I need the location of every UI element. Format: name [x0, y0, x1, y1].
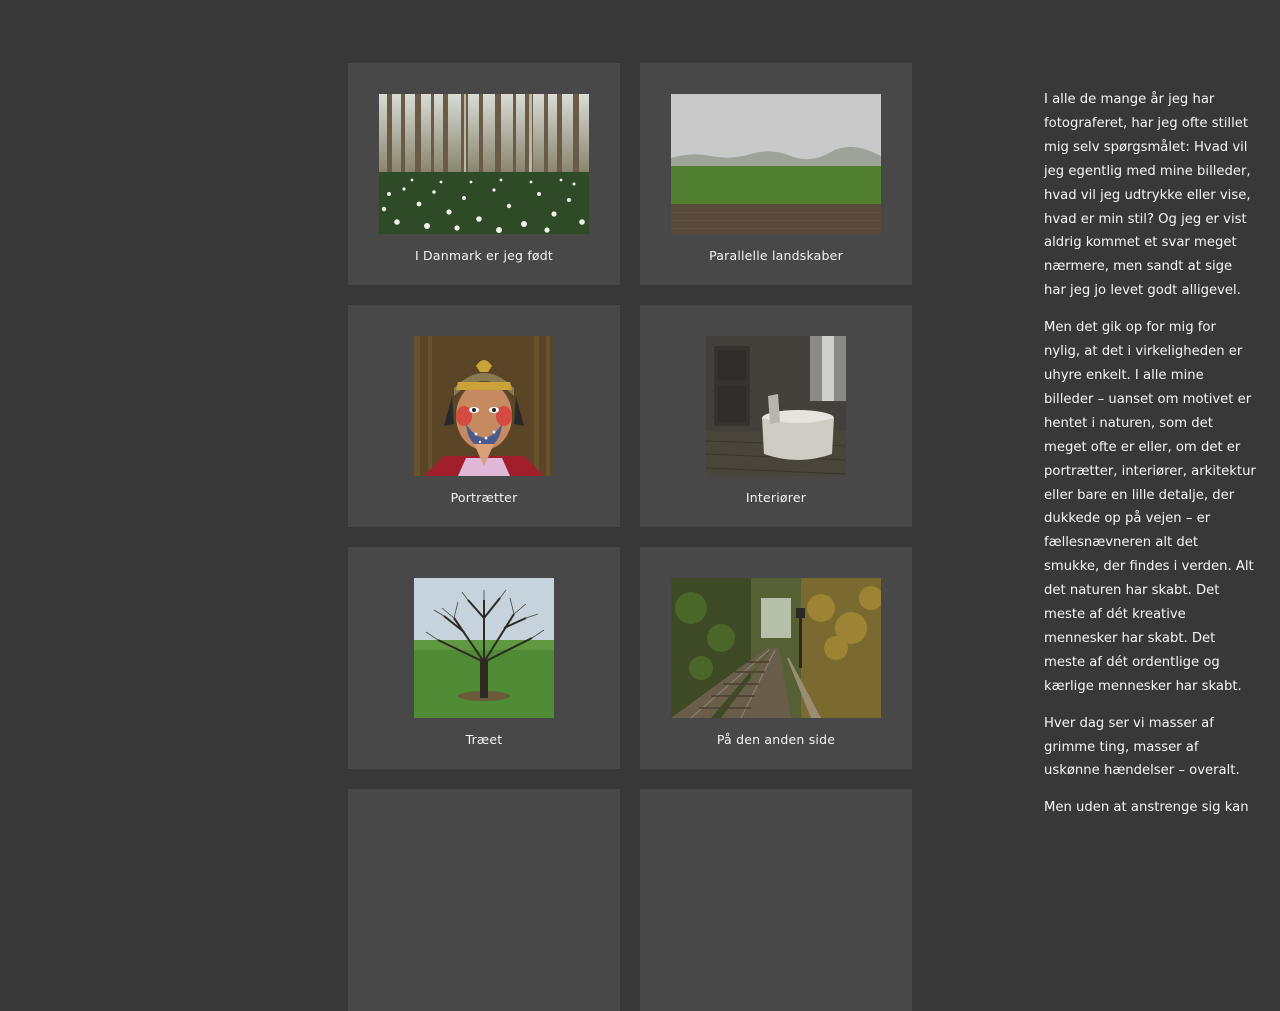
gallery-card-portraetter[interactable]: Portrætter — [348, 305, 620, 527]
forest-anemones-photo[interactable] — [379, 94, 589, 234]
gallery-card-parallelle[interactable]: Parallelle landskaber — [640, 63, 912, 285]
gallery-card-partial[interactable] — [640, 789, 912, 1011]
gallery-card-title[interactable]: I Danmark er jeg født — [415, 248, 553, 263]
dark-room-table-photo[interactable] — [706, 336, 846, 476]
gallery-card-title[interactable]: Træet — [466, 732, 503, 747]
gallery-card-partial[interactable] — [348, 789, 620, 1011]
intro-paragraph: I alle de mange år jeg har fotograferet,… — [1044, 92, 1251, 299]
lone-oak-tree-photo[interactable] — [414, 578, 554, 718]
painted-face-portrait-photo[interactable] — [414, 336, 554, 476]
gallery-card-traeet[interactable]: Træet — [348, 547, 620, 769]
gallery-card-title[interactable]: Parallelle landskaber — [709, 248, 843, 263]
gallery-card-title[interactable]: Portrætter — [451, 490, 518, 505]
gallery-card-title[interactable]: På den anden side — [717, 732, 835, 747]
gallery-grid: I Danmark er jeg født Parallelle landska… — [348, 63, 912, 1011]
gallery-card-danmark[interactable]: I Danmark er jeg født — [348, 63, 620, 285]
gallery-card-title[interactable]: Interiører — [746, 490, 806, 505]
intro-paragraph: Men det gik op for mig for nylig, at det… — [1044, 320, 1256, 694]
intro-paragraph: Hver dag ser vi masser af grimme ting, m… — [1044, 715, 1240, 779]
railway-forest-photo[interactable] — [671, 578, 881, 718]
gallery-card-anden-side[interactable]: På den anden side — [640, 547, 912, 769]
gallery-card-interiorer[interactable]: Interiører — [640, 305, 912, 527]
intro-text: I alle de mange år jeg har fotograferet,… — [1044, 88, 1256, 833]
misty-field-photo[interactable] — [671, 94, 881, 234]
